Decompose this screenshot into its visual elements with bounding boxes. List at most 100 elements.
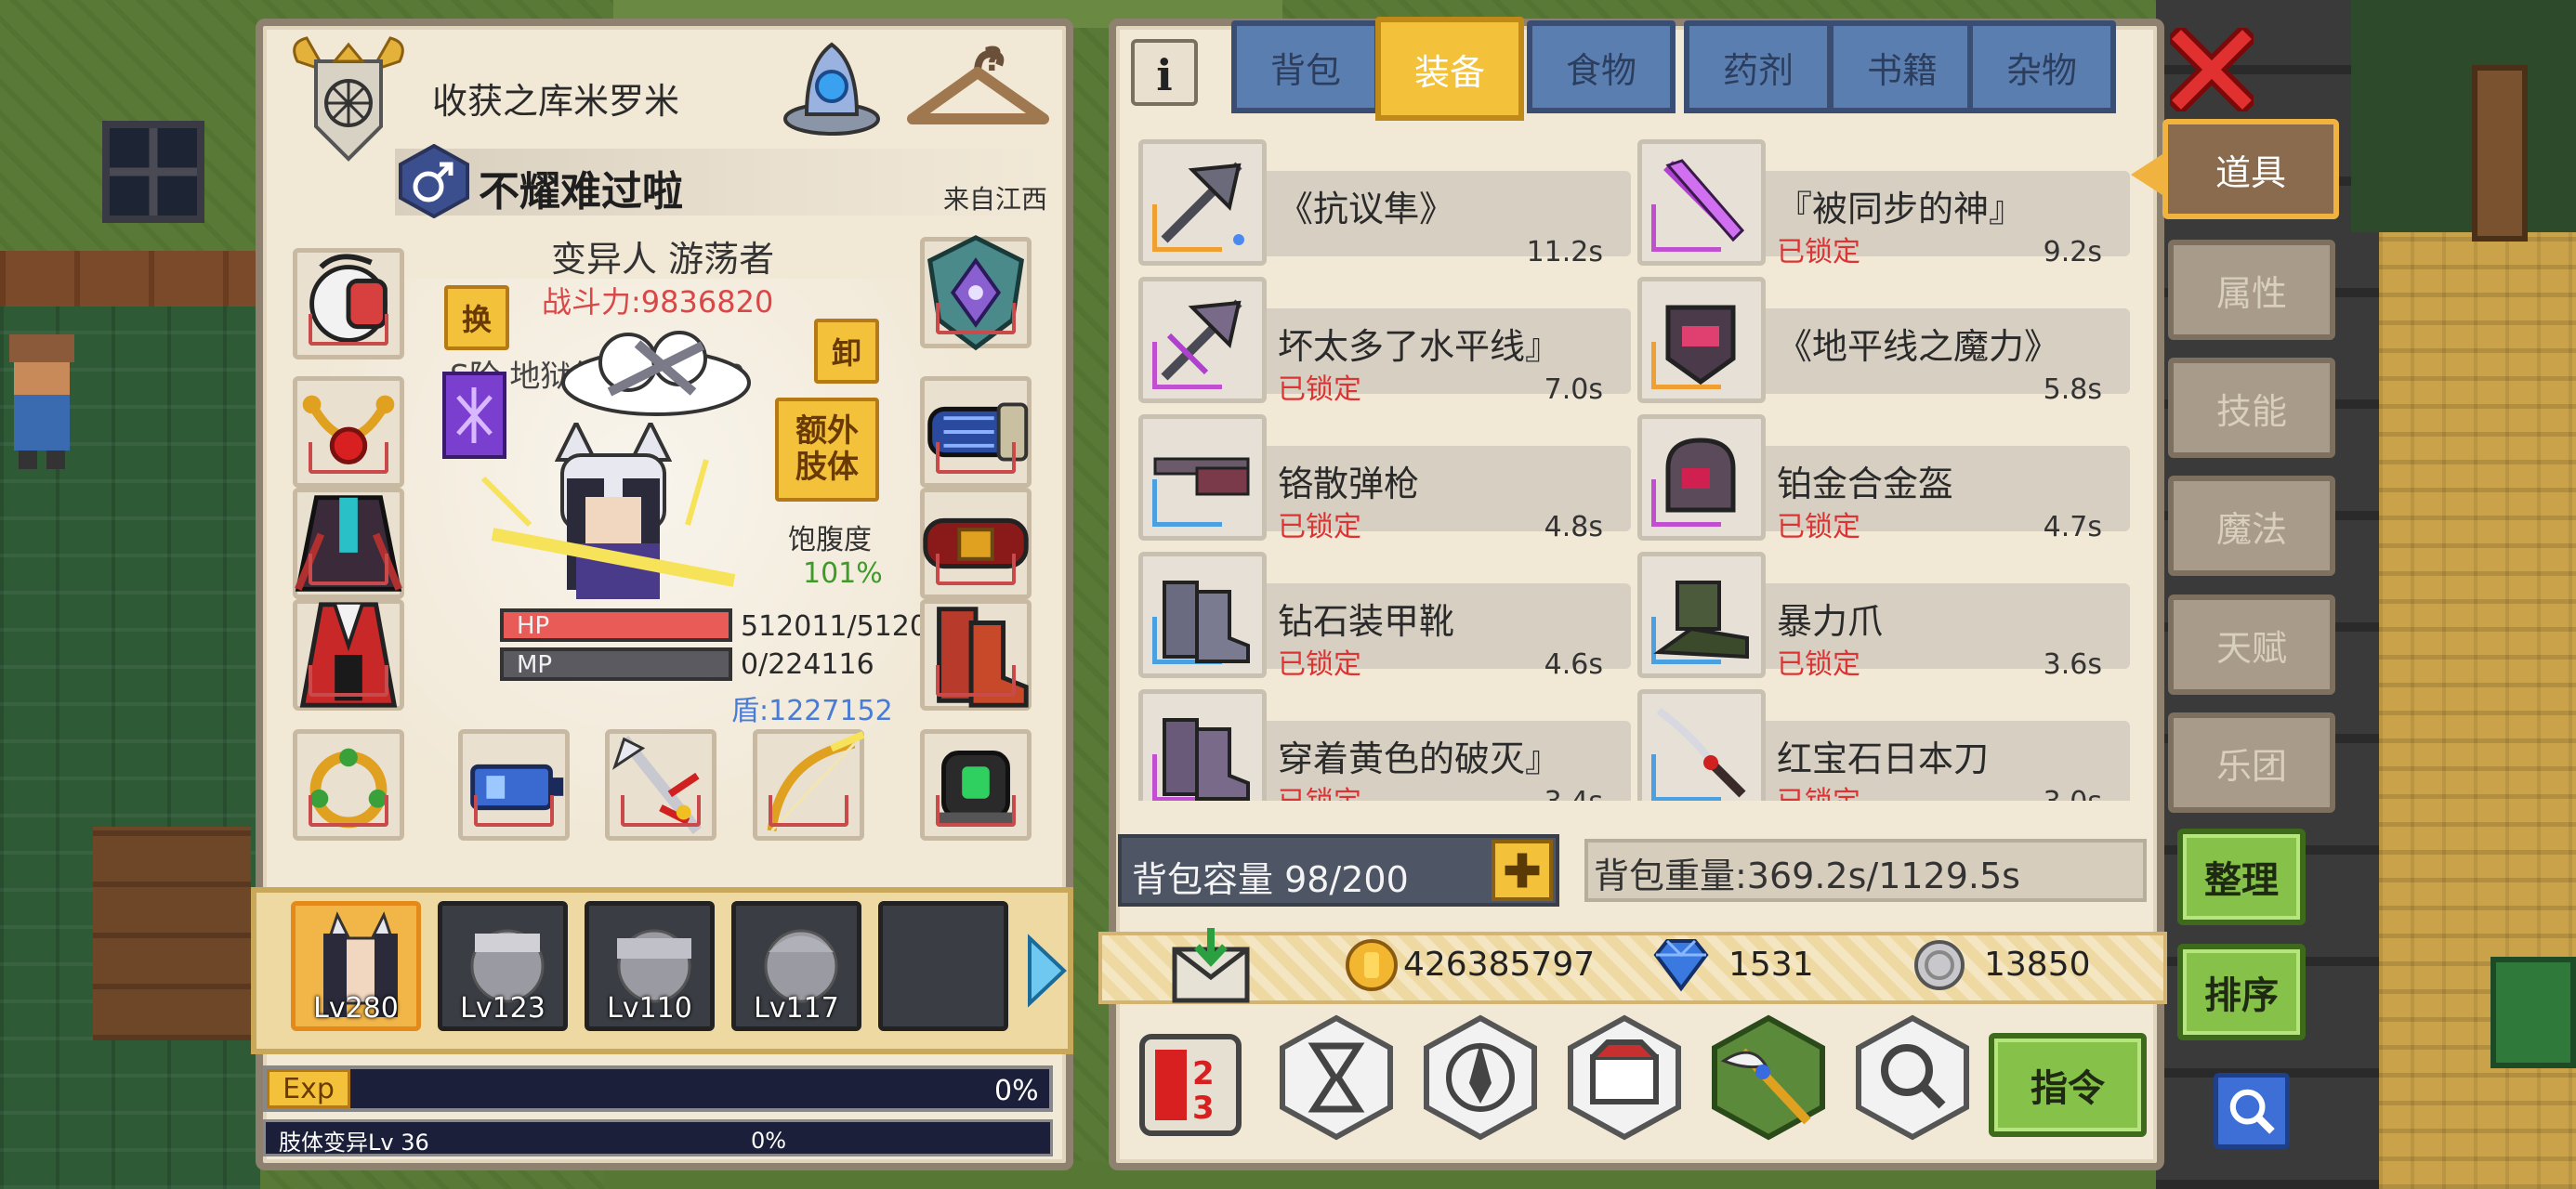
axe-icon <box>1161 162 1244 245</box>
sort-numeric-icon[interactable]: 2 3 <box>1138 1033 1242 1137</box>
equip-slot-head[interactable] <box>293 248 404 359</box>
sort-button[interactable]: 排序 <box>2177 944 2306 1040</box>
item-name: 铂金合金盔 <box>1777 464 1954 504</box>
exp-bar <box>263 1065 1053 1112</box>
chest-icon[interactable] <box>1561 1014 1688 1141</box>
tab-food[interactable]: 食物 <box>1527 20 1676 113</box>
item-lock-status: 已锁定 <box>1777 778 1860 801</box>
item-card[interactable]: 铂金合金盔 已锁定 4.7s <box>1637 414 2130 543</box>
side-tab-items[interactable]: 道具 <box>2131 119 2339 219</box>
lance-weapon-icon <box>611 736 703 834</box>
green-device-icon <box>939 751 1013 826</box>
side-tab-attributes[interactable]: 属性 <box>2168 240 2335 340</box>
hanger-icon[interactable]: ? <box>901 35 1055 137</box>
equip-slot-accessory-1[interactable] <box>458 729 570 841</box>
tab-books[interactable]: 书籍 <box>1828 20 1977 113</box>
equip-slot-belt[interactable] <box>920 488 1032 599</box>
background-right-shelf <box>2351 0 2576 232</box>
team-member-4[interactable]: Lv117 <box>731 901 861 1031</box>
boots-icon <box>1163 718 1250 801</box>
command-button[interactable]: 指令 <box>1989 1033 2147 1137</box>
compass-icon[interactable] <box>1417 1014 1544 1141</box>
item-name: 暴力爪 <box>1777 601 1884 642</box>
side-tab-talents[interactable]: 天赋 <box>2168 594 2335 695</box>
item-card[interactable]: 《地平线之魔力》 5.8s <box>1637 277 2130 406</box>
tab-potions[interactable]: 药剂 <box>1684 20 1833 113</box>
team-member-5-empty[interactable] <box>878 901 1008 1031</box>
item-weight: 9.2s <box>2043 236 2102 268</box>
extra-limb-label-1: 额外 <box>795 412 859 450</box>
background-right-post <box>2472 65 2528 242</box>
emote-cloud-icon <box>561 331 751 416</box>
tab-backpack[interactable]: 背包 <box>1231 20 1380 113</box>
team-next-arrow-icon[interactable] <box>1022 934 1069 1008</box>
item-card[interactable]: 暴力爪 已锁定 3.6s <box>1637 552 2130 681</box>
belt-icon <box>923 517 1029 569</box>
item-card[interactable]: 『被同步的神』 已锁定 9.2s <box>1637 139 2130 268</box>
team-member-2[interactable]: Lv123 <box>438 901 568 1031</box>
winged-sword-icon[interactable] <box>1705 1014 1832 1141</box>
item-card[interactable]: 铬散弹枪 已锁定 4.8s <box>1138 414 1631 543</box>
item-lock-status: 已锁定 <box>1278 648 1361 681</box>
golden-bow-icon <box>767 731 865 832</box>
item-lock-status: 已锁定 <box>1278 373 1361 406</box>
item-name: 坏太多了水平线』 <box>1278 326 1561 367</box>
organize-button[interactable]: 整理 <box>2177 829 2306 925</box>
equip-slot-feet[interactable] <box>920 599 1032 711</box>
search-magnifier-icon[interactable] <box>1849 1014 1976 1141</box>
tab-equipment[interactable]: 装备 <box>1375 17 1524 121</box>
male-gender-icon <box>399 144 469 218</box>
ruby-necklace-icon <box>302 395 395 464</box>
item-card[interactable]: 《抗议隼》 11.2s <box>1138 139 1631 268</box>
team-member-3[interactable]: Lv110 <box>585 901 715 1031</box>
shield-emblem-icon <box>927 235 1024 351</box>
equip-slot-ring[interactable] <box>293 729 404 841</box>
expand-capacity-button[interactable] <box>1492 840 1553 901</box>
extra-limb-label-2: 肢体 <box>795 449 859 486</box>
extra-limb-button[interactable]: 额外 肢体 <box>775 398 879 502</box>
team-member-level: Lv280 <box>313 992 399 1025</box>
equip-slot-weapon[interactable] <box>605 729 716 841</box>
item-name: 《抗议隼》 <box>1278 189 1455 229</box>
item-name: 穿着黄色的破灭』 <box>1278 738 1561 779</box>
claw-icon <box>1653 581 1749 660</box>
swap-button[interactable]: 换 <box>444 285 509 350</box>
side-tab-magic[interactable]: 魔法 <box>2168 476 2335 576</box>
item-card[interactable]: 红宝石日本刀 已锁定 3.0s <box>1637 689 2130 801</box>
side-tab-band[interactable]: 乐团 <box>2168 712 2335 813</box>
hourglass-icon[interactable] <box>1273 1014 1400 1141</box>
equip-slot-emblem[interactable] <box>920 235 1032 351</box>
blade-icon <box>1663 159 1745 242</box>
race-class: 变异人 游荡者 <box>551 239 775 280</box>
equip-slot-body[interactable] <box>293 599 404 711</box>
item-card[interactable]: 穿着黄色的破灭』 已锁定 3.4s <box>1138 689 1631 801</box>
close-icon[interactable] <box>2170 28 2254 111</box>
mp-value: 0/224116 <box>741 648 874 681</box>
equip-slot-offhand[interactable] <box>753 729 865 841</box>
limb-mutation-label: 肢体变异Lv 36 <box>279 1130 429 1156</box>
info-button[interactable]: i <box>1131 39 1198 106</box>
equip-slot-back[interactable] <box>293 488 404 599</box>
guild-name: 收获之库米罗米 <box>432 81 680 122</box>
side-tab-skills[interactable]: 技能 <box>2168 358 2335 458</box>
team-member-1[interactable]: Lv280 <box>291 901 421 1031</box>
team-member-level: Lv110 <box>607 992 692 1025</box>
item-card[interactable]: 钻石装甲靴 已锁定 4.6s <box>1138 552 1631 681</box>
info-icon: i <box>1156 50 1173 100</box>
laurel-ring-icon <box>309 748 388 829</box>
satiety-label: 饱腹度 <box>788 524 872 556</box>
shotgun-icon <box>1153 457 1250 496</box>
equip-slot-neck[interactable] <box>293 376 404 488</box>
hp-bar: HP <box>500 608 732 642</box>
crystal-icon[interactable] <box>779 35 886 137</box>
unequip-button[interactable]: 卸 <box>814 319 879 384</box>
equip-slot-device[interactable] <box>920 729 1032 841</box>
item-card[interactable]: 坏太多了水平线』 已锁定 7.0s <box>1138 277 1631 406</box>
mailbox-download-icon[interactable] <box>1169 926 1253 1005</box>
red-robe-icon <box>299 602 398 708</box>
tab-misc[interactable]: 杂物 <box>1967 20 2116 113</box>
background-right-chest <box>2491 957 2576 1068</box>
search-icon[interactable] <box>2214 1073 2290 1149</box>
equip-slot-arm[interactable] <box>920 376 1032 488</box>
background-window <box>102 121 204 223</box>
